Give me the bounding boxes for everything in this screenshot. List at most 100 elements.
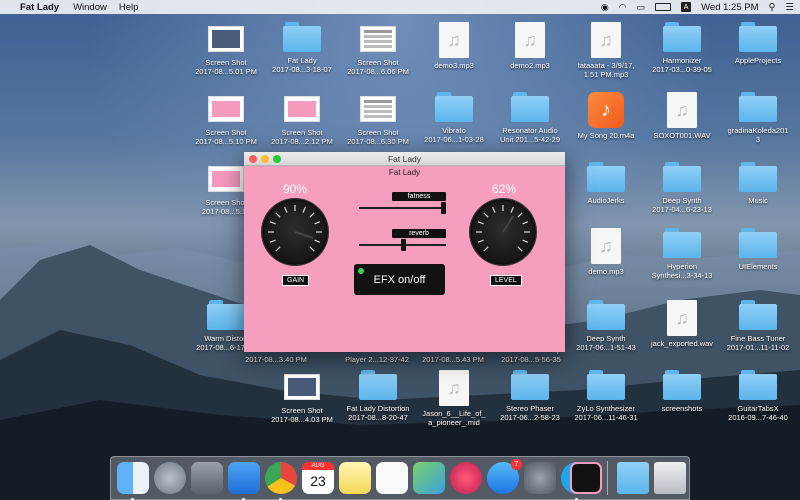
hidden-label[interactable]: 2017-08...5-56-35 xyxy=(490,355,572,364)
location-icon[interactable]: ◉ xyxy=(601,2,609,13)
xcode-icon[interactable] xyxy=(228,462,260,500)
garageband-file-icon xyxy=(588,92,624,128)
trash-icon[interactable] xyxy=(654,462,686,494)
hidden-label[interactable]: 2017-08...5.43 PM xyxy=(412,355,494,364)
desktop-icon-sublabel: a_pioneer_.mid xyxy=(428,418,480,427)
desktop-icon-label: demo3.mp3 xyxy=(434,61,474,70)
desktop-icon-label: Screen Shot xyxy=(281,406,323,415)
desktop-icon[interactable]: Deep Synth 2017-04...6-23-13 xyxy=(641,162,723,214)
desktop-icon[interactable]: gradinaKoleda201 3 xyxy=(717,92,799,144)
desktop-icon[interactable]: Vibrato 2017-06...1-03-28 xyxy=(413,92,495,144)
desktop-icon[interactable]: Resonator Audio Unit 201...5-42-29 xyxy=(489,92,571,144)
audio-file-icon: ♫ xyxy=(439,370,469,406)
folder-icon xyxy=(663,22,701,52)
app-store-badge: 7 xyxy=(511,459,522,470)
reminders-icon[interactable] xyxy=(376,462,408,494)
desktop-icon[interactable]: Fine Bass Tuner 2017-01...11-11-02 xyxy=(717,300,799,352)
efx-toggle-button[interactable]: EFX on/off xyxy=(354,264,445,295)
desktop-icon[interactable]: Screen Shot 2017-08...2.12 PM xyxy=(261,92,343,146)
desktop-icon[interactable]: ♫ tataaata - 3/9/17, 1.51 PM.mp3 xyxy=(565,22,647,79)
close-button[interactable] xyxy=(249,155,257,163)
desktop-icon-sublabel: 2017-08...8-20-47 xyxy=(348,413,408,422)
system-preferences-icon[interactable] xyxy=(524,462,556,494)
hidden-label[interactable]: 2017-08...3.40 PM xyxy=(241,355,311,364)
desktop-icon[interactable]: AudioJerks xyxy=(565,162,647,205)
folder-icon xyxy=(283,22,321,52)
menu-app-name[interactable]: Fat Lady xyxy=(20,2,59,13)
desktop-icon[interactable]: screenshots xyxy=(641,370,723,413)
desktop-icon[interactable]: Fat Lady Distortion 2017-08...8-20-47 xyxy=(337,370,419,422)
desktop-icon[interactable]: UIElements xyxy=(717,228,799,271)
wifi-icon[interactable]: ◠ xyxy=(619,2,627,13)
finder-icon[interactable] xyxy=(117,462,149,500)
dock-separator xyxy=(607,461,608,495)
menu-help[interactable]: Help xyxy=(119,2,139,13)
window-titlebar[interactable]: Fat Lady xyxy=(244,152,565,166)
desktop-icon-label: Screen Shot xyxy=(205,128,247,137)
desktop-icon[interactable]: Music xyxy=(717,162,799,205)
launchpad-icon[interactable] xyxy=(154,462,186,494)
desktop-icon-sublabel: 1.51 PM.mp3 xyxy=(583,70,629,79)
calculator-icon[interactable] xyxy=(191,462,223,494)
folder-icon xyxy=(739,92,777,122)
desktop-icon[interactable]: Screen Shot 2017-08...5.10 PM xyxy=(185,92,267,146)
desktop-icon[interactable]: ZyLo Synthesizer 2017-06...11-46-31 xyxy=(565,370,647,422)
level-label: LEVEL xyxy=(490,275,522,286)
level-knob[interactable] xyxy=(470,199,536,265)
desktop-icon-label: GuitarTabsX xyxy=(737,404,779,413)
battery-icon[interactable] xyxy=(655,3,672,11)
downloads-folder-icon[interactable] xyxy=(617,462,649,494)
zoom-button[interactable] xyxy=(273,155,281,163)
input-source-icon[interactable]: A xyxy=(681,2,692,12)
desktop-icon[interactable]: Screen Shot 2017-08...5.01 PM xyxy=(185,22,267,76)
knob-tick xyxy=(309,246,315,252)
airplay-icon[interactable]: ▭ xyxy=(637,2,646,13)
calendar-day: 23 xyxy=(310,473,326,489)
desktop-icon[interactable]: Harmonizer 2017-03...0-39-05 xyxy=(641,22,723,74)
folder-icon xyxy=(739,22,777,52)
menu-window[interactable]: Window xyxy=(73,2,107,13)
desktop-icon[interactable]: ♫ Jason_6__Life_of_ a_pioneer_.mid xyxy=(413,370,495,427)
desktop-icon[interactable]: Screen Shot 2017-08...6.06 PM xyxy=(337,22,419,76)
desktop-icon[interactable]: Fat Lady 2017-08...3-18-07 xyxy=(261,22,343,74)
desktop-icon[interactable]: ♫ demo2.mp3 xyxy=(489,22,571,70)
desktop-icon-sublabel: 2017-06...11-46-31 xyxy=(574,413,638,422)
hidden-label[interactable]: Player 2...12-37-42 xyxy=(336,355,418,364)
fatness-slider-thumb[interactable] xyxy=(441,202,447,214)
notes-icon[interactable] xyxy=(339,462,371,494)
reverb-slider-thumb[interactable] xyxy=(401,239,407,251)
desktop-icon[interactable]: AppleProjects xyxy=(717,22,799,65)
desktop-icon[interactable]: Hyperion Synthesi...3-34-13 xyxy=(641,228,723,280)
desktop-icon[interactable]: ♫ demo3.mp3 xyxy=(413,22,495,70)
desktop-icon[interactable]: ♫ demo.mp3 xyxy=(565,228,647,276)
desktop-icon[interactable]: Screen Shot 2017-08...4.03 PM xyxy=(261,370,343,424)
app-store-icon[interactable]: 7 xyxy=(487,459,522,494)
menu-clock[interactable]: Wed 1:25 PM xyxy=(701,2,758,13)
itunes-icon[interactable] xyxy=(450,462,482,494)
knob-tick xyxy=(483,212,489,218)
gain-knob[interactable] xyxy=(262,199,328,265)
calendar-icon[interactable]: AUG 23 xyxy=(302,462,334,494)
desktop-icon[interactable]: Stereo Phaser 2017-06...2-58-23 xyxy=(489,370,571,422)
knob-tick xyxy=(309,212,315,218)
desktop-icon[interactable]: Deep Synth 2017-06...1-51-43 xyxy=(565,300,647,352)
desktop-icon[interactable]: My Song 20.m4a xyxy=(565,92,647,140)
preview-icon[interactable] xyxy=(413,462,445,494)
spotlight-icon[interactable]: ⚲ xyxy=(769,2,776,13)
minimize-button[interactable] xyxy=(261,155,269,163)
notification-center-icon[interactable]: ☰ xyxy=(785,2,794,13)
gain-label: GAIN xyxy=(282,275,310,286)
desktop-icon[interactable]: Screen Shot 2017-08...6.30 PM xyxy=(337,92,419,146)
folder-icon xyxy=(739,370,777,400)
dock: AUG 23 7 xyxy=(110,456,690,500)
fatness-slider-track[interactable] xyxy=(359,207,446,209)
fat-lady-app-icon[interactable] xyxy=(570,462,602,494)
desktop-icon-label: SOXOT001.WAV xyxy=(653,131,711,140)
desktop-icon-label: Screen Shot xyxy=(281,128,323,137)
desktop-icon[interactable]: GuitarTabsX 2016-09...7-46-40 xyxy=(717,370,799,422)
desktop-icon-label: My Song 20.m4a xyxy=(577,131,635,140)
chrome-icon[interactable] xyxy=(265,462,297,500)
desktop-icon[interactable]: ♫ jack_exported.wav xyxy=(641,300,723,348)
desktop-icon[interactable]: ♫ SOXOT001.WAV xyxy=(641,92,723,140)
desktop-icon-label: ZyLo Synthesizer xyxy=(577,404,635,413)
